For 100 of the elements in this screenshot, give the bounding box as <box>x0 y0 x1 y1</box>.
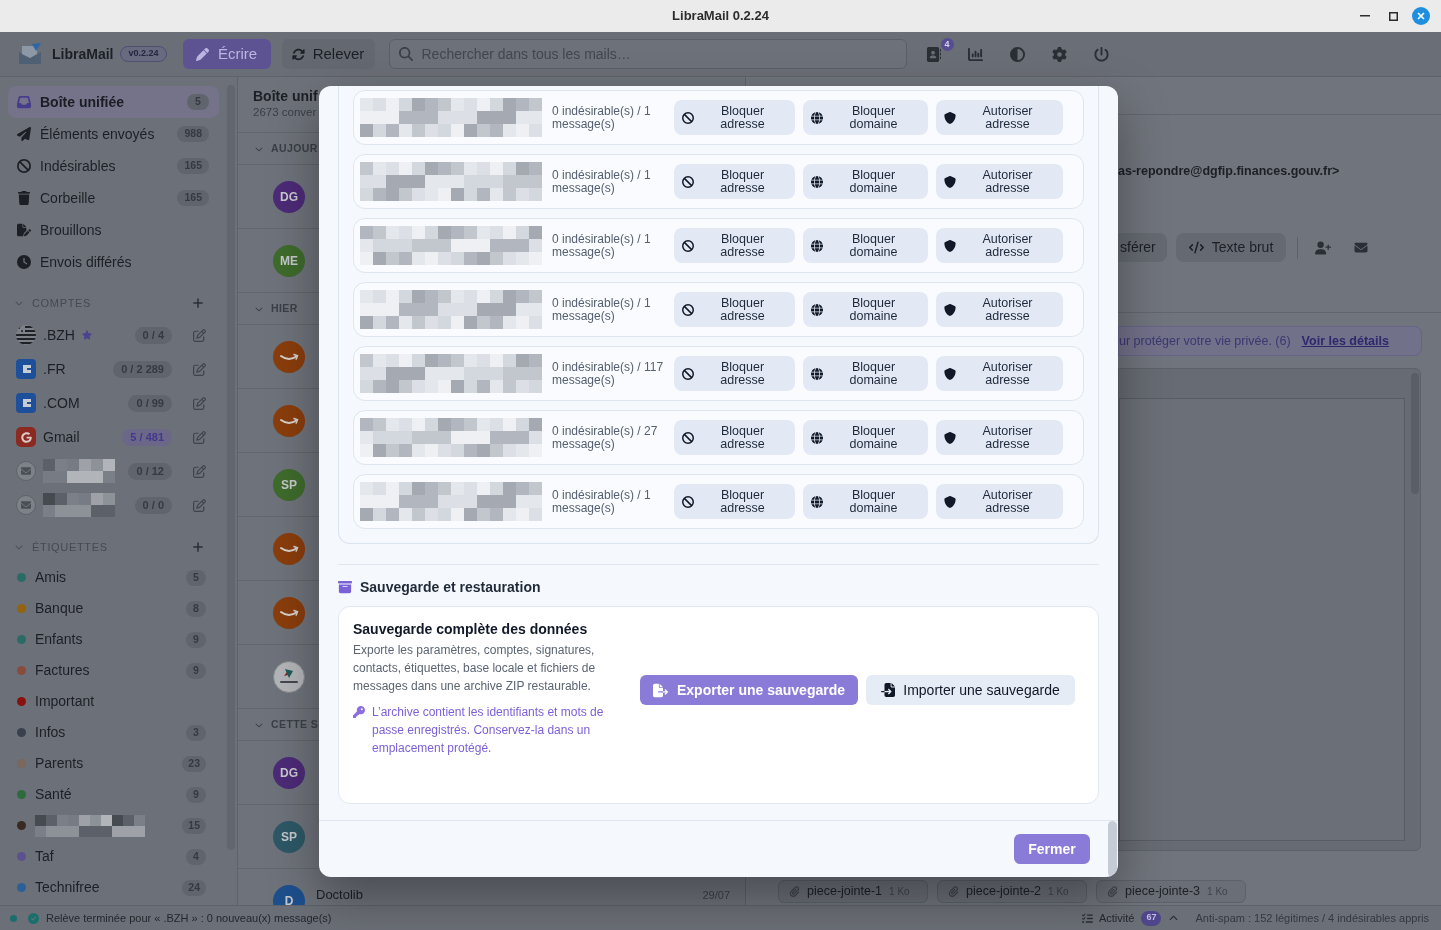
ban-icon <box>682 431 694 444</box>
ban-icon <box>682 239 694 252</box>
globe-icon <box>811 495 823 508</box>
shield-icon <box>944 495 956 508</box>
contrast-icon[interactable] <box>1010 46 1025 62</box>
compose-button[interactable]: Écrire <box>182 39 271 69</box>
avatar: D <box>273 885 305 905</box>
sender-stats: 0 indésirable(s) / 1 message(s) <box>552 488 652 515</box>
section-heading: Sauvegarde et restauration <box>360 577 541 597</box>
power-icon[interactable] <box>1094 46 1109 62</box>
block-address-button[interactable]: Bloquer adresse <box>674 292 795 327</box>
import-button[interactable]: Importer une sauvegarde <box>866 675 1075 705</box>
add-icon[interactable] <box>192 541 204 553</box>
action-button[interactable]: sférer <box>1118 233 1167 262</box>
allow-address-button[interactable]: Autoriser adresse <box>936 484 1063 519</box>
allow-address-button[interactable]: Autoriser adresse <box>936 292 1063 327</box>
maximize-icon[interactable] <box>1388 11 1398 21</box>
allow-address-button[interactable]: Autoriser adresse <box>936 100 1063 135</box>
block-address-button[interactable]: Bloquer adresse <box>674 164 795 199</box>
striped-flag-icon <box>16 325 36 345</box>
avatar: DG <box>273 181 305 213</box>
block-domain-button[interactable]: Bloquer domaine <box>803 420 928 455</box>
block-address-button[interactable]: Bloquer adresse <box>674 420 795 455</box>
allow-address-button[interactable]: Autoriser adresse <box>936 164 1063 199</box>
edit-icon[interactable] <box>193 464 206 478</box>
sender-stats: 0 indésirable(s) / 117 message(s) <box>552 360 665 387</box>
notification-badge: 4 <box>940 38 954 51</box>
activity-link[interactable]: Activité <box>1098 909 1135 927</box>
chevron-up-icon[interactable] <box>1169 913 1179 923</box>
avatar: DG <box>273 757 305 789</box>
add-icon[interactable] <box>192 297 204 309</box>
edit-icon[interactable] <box>193 430 206 444</box>
allow-address-button[interactable]: Autoriser adresse <box>936 356 1063 391</box>
export-button[interactable]: Exporter une sauvegarde <box>640 675 858 705</box>
block-domain-button[interactable]: Bloquer domaine <box>803 356 928 391</box>
ban-icon <box>682 367 694 380</box>
key-icon <box>353 706 365 718</box>
paperclip-icon <box>789 886 800 897</box>
sender-stats: 0 indésirable(s) / 1 message(s) <box>552 296 652 323</box>
allow-address-button[interactable]: Autoriser adresse <box>936 420 1063 455</box>
envelope-icon[interactable] <box>1354 241 1369 254</box>
ban-icon <box>682 111 694 124</box>
list-icon[interactable] <box>1081 912 1093 924</box>
envelope-avatar-icon <box>16 461 36 481</box>
version-badge: v0.2.24 <box>120 46 167 62</box>
block-domain-button[interactable]: Bloquer domaine <box>803 228 928 263</box>
minimize-icon[interactable] <box>1360 15 1370 17</box>
search-icon <box>398 47 413 61</box>
inbox-icon <box>17 95 31 109</box>
shield-icon <box>944 367 956 380</box>
square-logo-icon <box>16 393 36 413</box>
action-button[interactable]: Texte brut <box>1175 233 1287 262</box>
logo-avatar-icon <box>273 661 305 693</box>
ban-icon <box>682 175 694 188</box>
globe-icon <box>811 367 823 380</box>
block-address-button[interactable]: Bloquer adresse <box>674 228 795 263</box>
block-domain-button[interactable]: Bloquer domaine <box>803 484 928 519</box>
backup-warning: L’archive contient les identifiants et mots de passe enregistrés. Conservez-la dans un emplacement protégé. <box>372 704 605 757</box>
folder-item[interactable]: Envois différés <box>8 246 219 278</box>
app-name: LibraMail <box>52 44 114 64</box>
trash-icon <box>17 191 31 205</box>
block-domain-button[interactable]: Bloquer domaine <box>803 100 928 135</box>
allow-address-button[interactable]: Autoriser adresse <box>936 228 1063 263</box>
close-icon[interactable] <box>1412 7 1430 25</box>
edit-icon[interactable] <box>193 396 206 410</box>
label-item[interactable]: Important <box>0 686 227 717</box>
backup-title: Sauvegarde complète des données <box>353 620 588 638</box>
ban-icon <box>17 159 31 173</box>
chevron-down-icon[interactable] <box>15 299 23 307</box>
shield-icon <box>944 431 956 444</box>
avatar: ME <box>273 245 305 277</box>
edit-icon[interactable] <box>193 498 206 512</box>
pen-icon <box>195 47 209 61</box>
bar-chart-icon[interactable] <box>968 46 983 62</box>
chevron-down-icon[interactable] <box>15 543 23 551</box>
file-pen-icon <box>17 223 31 237</box>
avatar: SP <box>273 821 305 853</box>
fetch-button[interactable]: Relever <box>281 39 375 69</box>
block-address-button[interactable]: Bloquer adresse <box>674 356 795 391</box>
edit-icon[interactable] <box>193 362 206 376</box>
address-book-icon[interactable] <box>926 46 941 62</box>
folder-item[interactable]: Brouillons <box>8 214 219 246</box>
activity-count-badge: 67 <box>1141 910 1162 926</box>
add-contact-icon[interactable] <box>1315 240 1332 255</box>
block-address-button[interactable]: Bloquer adresse <box>674 484 795 519</box>
sender-name: Doctolib <box>316 888 363 902</box>
block-domain-button[interactable]: Bloquer domaine <box>803 292 928 327</box>
globe-icon <box>811 111 823 124</box>
settings-icon[interactable] <box>1052 46 1067 62</box>
file-export-icon <box>652 682 668 698</box>
sender-stats: 0 indésirable(s) / 1 message(s) <box>552 104 652 131</box>
block-address-button[interactable]: Bloquer adresse <box>674 100 795 135</box>
paperclip-icon <box>948 886 959 897</box>
edit-icon[interactable] <box>193 328 206 342</box>
sender-stats: 0 indésirable(s) / 1 message(s) <box>552 232 652 259</box>
details-link[interactable]: Voir les détails <box>1301 331 1389 351</box>
close-button[interactable]: Fermer <box>1014 834 1090 864</box>
block-domain-button[interactable]: Bloquer domaine <box>803 164 928 199</box>
file-import-icon <box>881 683 896 697</box>
code-icon <box>1188 240 1204 255</box>
